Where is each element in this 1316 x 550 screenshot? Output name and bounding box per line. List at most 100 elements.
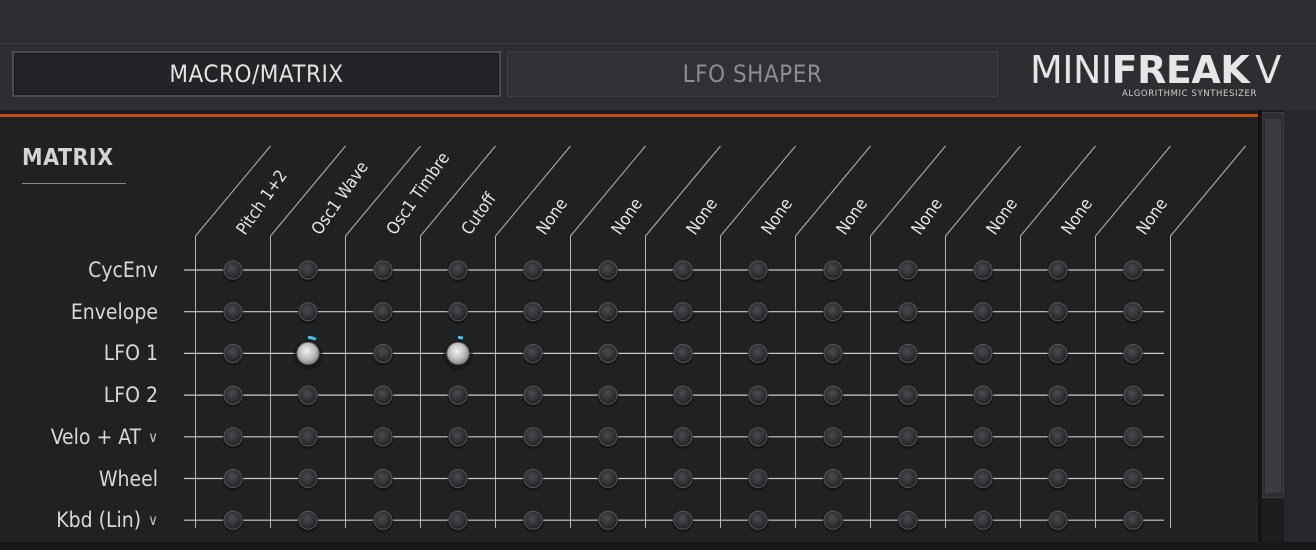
matrix-cell-knob[interactable] [373, 427, 393, 447]
matrix-cell-knob[interactable] [898, 343, 918, 363]
matrix-cell-knob[interactable] [373, 469, 393, 488]
matrix-cell-knob[interactable] [748, 302, 768, 322]
column-label-11[interactable]: None [983, 195, 1022, 239]
matrix-cell-knob[interactable] [223, 469, 243, 488]
column-label-1[interactable]: Pitch 1+2 [233, 167, 292, 239]
matrix-cell-knob[interactable] [823, 427, 843, 447]
matrix-cell-knob[interactable] [748, 469, 768, 488]
matrix-cell-knob[interactable] [523, 260, 543, 280]
matrix-cell-knob[interactable] [673, 510, 693, 530]
matrix-cell-knob[interactable] [373, 302, 393, 322]
matrix-cell-knob[interactable] [973, 510, 993, 530]
matrix-cell-knob[interactable] [1048, 260, 1068, 280]
matrix-cell-knob[interactable] [448, 302, 468, 322]
matrix-cell-knob[interactable] [748, 343, 768, 363]
matrix-cell-knob[interactable] [223, 343, 243, 363]
column-label-13[interactable]: None [1133, 195, 1172, 239]
matrix-cell-knob[interactable] [523, 343, 543, 363]
matrix-cell-knob[interactable] [898, 260, 918, 280]
matrix-cell-knob[interactable] [598, 343, 618, 363]
matrix-cell-knob[interactable] [598, 260, 618, 280]
matrix-cell-knob[interactable] [973, 302, 993, 322]
column-label-4[interactable]: Cutoff [458, 189, 501, 239]
matrix-cell-knob[interactable] [1048, 427, 1068, 447]
matrix-cell-knob[interactable] [823, 343, 843, 363]
matrix-cell-knob[interactable] [1123, 427, 1143, 447]
matrix-cell-knob[interactable] [1123, 260, 1143, 280]
matrix-cell-knob[interactable] [298, 260, 318, 280]
matrix-cell-knob[interactable] [673, 260, 693, 280]
matrix-cell-knob[interactable] [298, 510, 318, 530]
matrix-cell-knob[interactable] [673, 427, 693, 447]
matrix-cell-knob[interactable] [973, 260, 993, 280]
matrix-cell-knob[interactable] [223, 427, 243, 447]
matrix-cell-knob[interactable] [523, 469, 543, 488]
matrix-cell-knob[interactable] [673, 302, 693, 322]
matrix-cell-knob[interactable] [598, 385, 618, 405]
matrix-cell-knob[interactable] [823, 385, 843, 405]
matrix-cell-knob[interactable] [898, 510, 918, 530]
matrix-cell-knob[interactable] [748, 427, 768, 447]
matrix-cell-knob[interactable] [973, 469, 993, 488]
matrix-cell-knob[interactable] [448, 510, 468, 530]
matrix-cell-knob[interactable] [523, 427, 543, 447]
matrix-cell-knob[interactable] [448, 469, 468, 488]
matrix-cell-knob[interactable] [1048, 343, 1068, 363]
matrix-cell-knob[interactable] [523, 510, 543, 530]
matrix-cell-knob[interactable] [523, 385, 543, 405]
matrix-cell-knob[interactable] [298, 469, 318, 488]
matrix-cell-knob[interactable] [1123, 302, 1143, 322]
matrix-cell-knob[interactable] [748, 385, 768, 405]
matrix-cell-knob[interactable] [823, 302, 843, 322]
column-label-2[interactable]: Osc1 Wave [308, 158, 373, 239]
matrix-cell-knob[interactable] [448, 385, 468, 405]
column-label-3[interactable]: Osc1 Timbre [383, 149, 454, 239]
matrix-cell-knob[interactable] [823, 510, 843, 530]
matrix-cell-knob[interactable] [1048, 385, 1068, 405]
matrix-cell-knob[interactable] [898, 385, 918, 405]
matrix-cell-knob[interactable] [298, 427, 318, 447]
matrix-cell-knob[interactable] [673, 343, 693, 363]
matrix-cell-knob[interactable] [1123, 510, 1143, 530]
matrix-cell-knob[interactable] [523, 302, 543, 322]
matrix-cell-knob[interactable] [1123, 385, 1143, 405]
matrix-cell-knob[interactable] [748, 260, 768, 280]
matrix-cell-knob[interactable] [973, 385, 993, 405]
matrix-cell-knob[interactable] [598, 469, 618, 488]
matrix-cell-knob[interactable] [373, 343, 393, 363]
matrix-cell-knob[interactable] [298, 385, 318, 405]
matrix-cell-knob[interactable] [898, 427, 918, 447]
matrix-cell-knob[interactable] [298, 302, 318, 322]
column-label-6[interactable]: None [608, 195, 647, 239]
matrix-cell-active-knob[interactable] [446, 341, 470, 365]
matrix-cell-knob[interactable] [223, 302, 243, 322]
matrix-cell-knob[interactable] [1048, 469, 1068, 488]
matrix-cell-knob[interactable] [448, 427, 468, 447]
matrix-cell-knob[interactable] [898, 302, 918, 322]
matrix-cell-knob[interactable] [223, 385, 243, 405]
column-label-5[interactable]: None [533, 195, 572, 239]
matrix-cell-knob[interactable] [748, 510, 768, 530]
matrix-cell-knob[interactable] [598, 427, 618, 447]
matrix-cell-knob[interactable] [448, 260, 468, 280]
matrix-cell-knob[interactable] [823, 260, 843, 280]
matrix-cell-knob[interactable] [598, 510, 618, 530]
matrix-cell-knob[interactable] [1123, 343, 1143, 363]
column-label-12[interactable]: None [1058, 195, 1097, 239]
matrix-cell-knob[interactable] [898, 469, 918, 488]
matrix-cell-knob[interactable] [1048, 510, 1068, 530]
matrix-cell-knob[interactable] [673, 469, 693, 488]
matrix-cell-active-knob[interactable] [296, 341, 320, 365]
matrix-cell-knob[interactable] [1048, 302, 1068, 322]
column-label-10[interactable]: None [908, 195, 947, 239]
column-label-7[interactable]: None [683, 195, 722, 239]
matrix-cell-knob[interactable] [1123, 469, 1143, 488]
column-label-9[interactable]: None [833, 195, 872, 239]
matrix-cell-knob[interactable] [373, 260, 393, 280]
column-label-8[interactable]: None [758, 195, 797, 239]
matrix-cell-knob[interactable] [973, 427, 993, 447]
matrix-cell-knob[interactable] [973, 343, 993, 363]
matrix-cell-knob[interactable] [373, 510, 393, 530]
matrix-cell-knob[interactable] [223, 260, 243, 280]
matrix-cell-knob[interactable] [223, 510, 243, 530]
